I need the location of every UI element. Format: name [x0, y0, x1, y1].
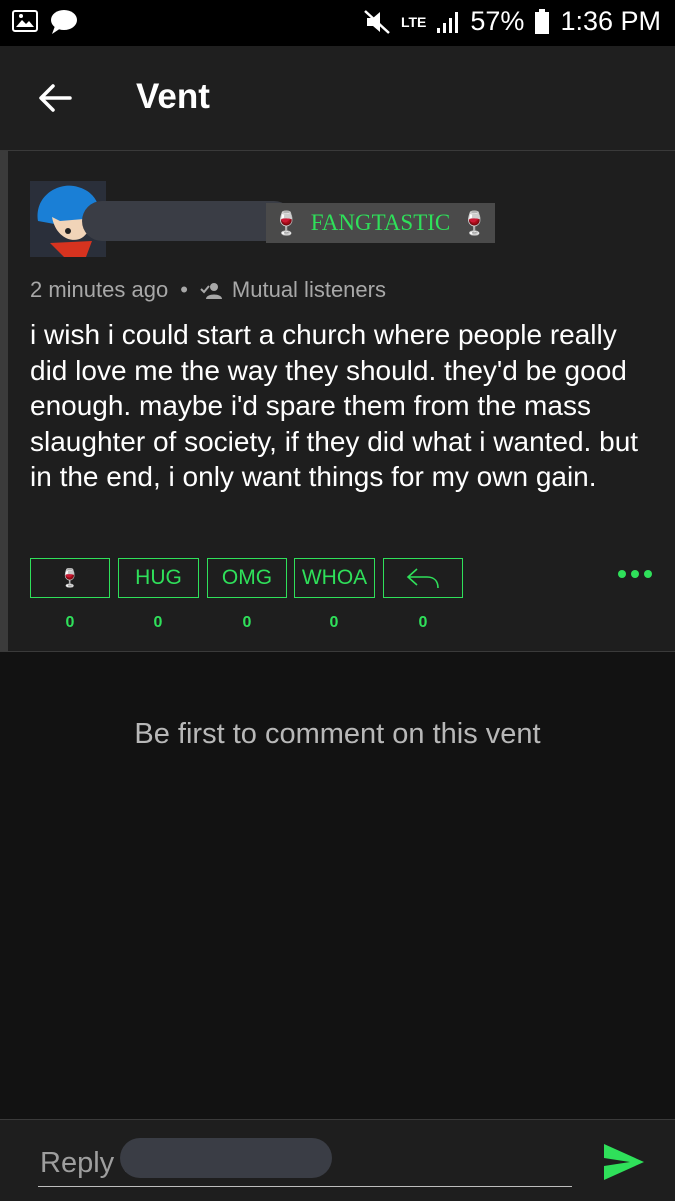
wine-glass-icon: 🍷	[272, 210, 301, 236]
reaction-whoa-count: 0	[329, 614, 339, 631]
battery-percent: 57%	[470, 6, 525, 36]
reaction-wine-button[interactable]: 🍷	[30, 558, 110, 598]
reply-username-redacted	[120, 1138, 332, 1178]
battery-icon	[535, 8, 550, 34]
reply-reaction-button[interactable]	[383, 558, 463, 598]
empty-comments-message: Be first to comment on this vent	[134, 718, 541, 750]
status-bar: LTE 57% 1:36 PM	[0, 0, 675, 46]
send-icon[interactable]	[602, 1142, 646, 1182]
status-bar-system: LTE 57% 1:36 PM	[363, 6, 661, 37]
network-type: LTE	[400, 13, 427, 30]
chat-bubble-icon	[51, 10, 77, 34]
clock: 1:36 PM	[560, 6, 661, 36]
mutual-listeners-icon	[200, 283, 222, 299]
wine-glass-icon: 🍷	[58, 567, 82, 588]
badge-label: FANGTASTIC	[310, 210, 451, 235]
reply-arrow-icon	[406, 568, 439, 589]
wine-glass-icon: 🍷	[460, 210, 489, 236]
reaction-omg-button[interactable]: OMG	[207, 558, 287, 598]
vent-post: 🍷 FANGTASTIC 🍷 2 minutes ago • Mutual li…	[0, 151, 675, 652]
reaction-hug-button[interactable]: HUG	[118, 558, 199, 598]
gallery-icon	[12, 10, 38, 32]
status-bar-notifications	[12, 9, 78, 35]
post-audience: Mutual listeners	[231, 277, 386, 302]
mute-icon	[364, 9, 390, 34]
post-timestamp: 2 minutes ago	[30, 277, 169, 302]
reaction-wine-count: 0	[65, 614, 75, 631]
reaction-hug-count: 0	[153, 614, 163, 631]
back-arrow-icon[interactable]	[36, 80, 72, 116]
post-body: i wish i could start a church where peop…	[30, 319, 639, 492]
username-redacted	[82, 201, 294, 241]
reply-bar	[0, 1119, 675, 1201]
more-options-icon[interactable]	[618, 570, 654, 584]
post-meta: 2 minutes ago • Mutual listeners	[30, 277, 386, 303]
signal-icon	[437, 11, 459, 33]
meta-separator: •	[180, 277, 188, 302]
app-bar: Vent	[0, 46, 675, 151]
page-title: Vent	[136, 77, 210, 116]
reaction-omg-count: 0	[242, 614, 252, 631]
reply-count: 0	[418, 614, 428, 631]
reaction-whoa-button[interactable]: WHOA	[294, 558, 375, 598]
user-badge: 🍷 FANGTASTIC 🍷	[266, 203, 495, 243]
